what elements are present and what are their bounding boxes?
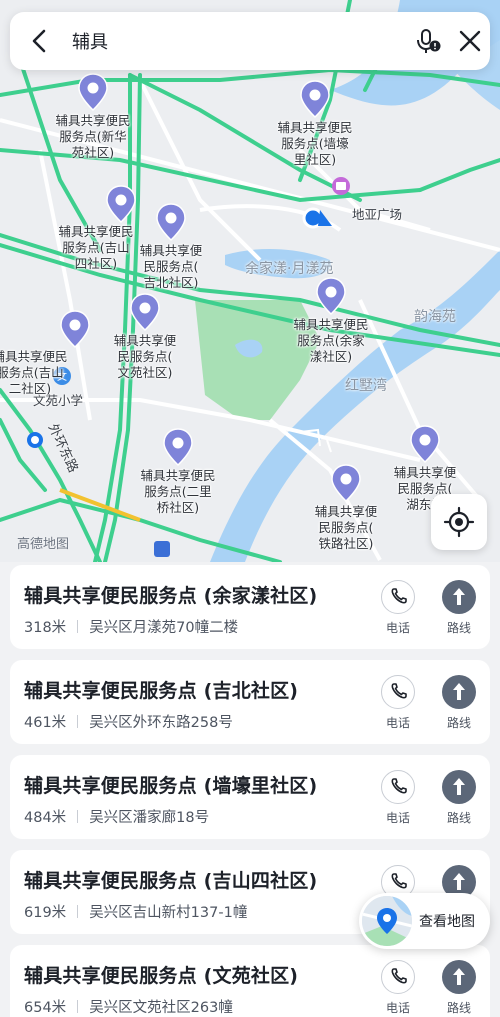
- phone-button[interactable]: 电话: [378, 960, 418, 1016]
- phone-label: 电话: [385, 716, 410, 730]
- area-label-hongyewan: 红墅湾: [345, 378, 387, 394]
- result-meta: 654米 吴兴区文苑社区263幢: [24, 996, 233, 1017]
- phone-label: 电话: [385, 621, 410, 635]
- map-pin-label[interactable]: 辅具共享便民 服务点(墙壕 里社区): [277, 120, 352, 168]
- map-pin-icon[interactable]: [156, 203, 186, 242]
- route-arrow-icon: [442, 675, 476, 709]
- map-pin-icon[interactable]: [300, 80, 330, 119]
- map-thumbnail-icon: [362, 896, 412, 946]
- route-arrow-icon: [442, 770, 476, 804]
- route-button[interactable]: 路线: [439, 960, 479, 1016]
- phone-button[interactable]: 电话: [378, 675, 418, 731]
- route-button[interactable]: 路线: [439, 675, 479, 731]
- result-title[interactable]: 辅具共享便民服务点 (吉北社区): [24, 676, 298, 703]
- back-arrow-icon: [32, 29, 46, 53]
- result-distance: 484米: [24, 810, 67, 826]
- map-view[interactable]: 文 余家漾·月漾苑 韵海苑 红墅湾 地亚广场 文苑小学 外环东路 辅具共享便民 …: [0, 0, 500, 562]
- map-pin-icon[interactable]: [130, 293, 160, 332]
- search-bar: 辅具: [10, 12, 490, 70]
- result-title[interactable]: 辅具共享便民服务点 (吉山四社区): [24, 866, 317, 893]
- route-button[interactable]: 路线: [439, 770, 479, 826]
- map-pin-label[interactable]: 辅具共享便 民服务点( 铁路社区): [315, 504, 378, 552]
- map-logo: 高德地图: [17, 537, 70, 552]
- phone-button[interactable]: 电话: [378, 580, 418, 636]
- close-icon: [459, 30, 481, 52]
- area-label-yujiayang: 余家漾·月漾苑: [245, 261, 334, 277]
- search-input[interactable]: 辅具: [72, 28, 108, 54]
- phone-icon: [381, 580, 415, 614]
- result-address: 吴兴区吉山新村137-1幢: [89, 905, 248, 921]
- phone-icon: [381, 675, 415, 709]
- divider: [77, 905, 79, 918]
- phone-button[interactable]: 电话: [378, 770, 418, 826]
- map-pin-icon[interactable]: [331, 464, 361, 503]
- app: 文 余家漾·月漾苑 韵海苑 红墅湾 地亚广场 文苑小学 外环东路 辅具共享便民 …: [0, 0, 500, 1017]
- result-card[interactable]: 辅具共享便民服务点 (余家漾社区) 318米 吴兴区月漾苑70幢二楼 电话 路线: [10, 565, 490, 649]
- map-pin-icon[interactable]: [78, 73, 108, 112]
- voice-search-button[interactable]: [412, 25, 444, 57]
- route-label: 路线: [446, 716, 471, 730]
- route-label: 路线: [446, 621, 471, 635]
- result-distance: 654米: [24, 1000, 67, 1016]
- map-pin-label[interactable]: 辅具共享便民 服务点(二里 桥社区): [140, 468, 215, 516]
- phone-label: 电话: [385, 811, 410, 825]
- result-title[interactable]: 辅具共享便民服务点 (余家漾社区): [24, 581, 317, 608]
- map-pin-icon[interactable]: [106, 185, 136, 224]
- result-address: 吴兴区潘家廊18号: [89, 810, 210, 826]
- result-card[interactable]: 辅具共享便民服务点 (文苑社区) 654米 吴兴区文苑社区263幢 电话 路线: [10, 945, 490, 1017]
- result-distance: 619米: [24, 905, 67, 921]
- route-label: 路线: [446, 811, 471, 825]
- result-address: 吴兴区文苑社区263幢: [89, 1000, 233, 1016]
- result-address: 吴兴区外环东路258号: [89, 715, 233, 731]
- result-distance: 318米: [24, 620, 67, 636]
- divider: [77, 620, 79, 633]
- result-title[interactable]: 辅具共享便民服务点 (墙壕里社区): [24, 771, 317, 798]
- view-map-button[interactable]: 查看地图: [359, 893, 490, 949]
- result-distance: 461米: [24, 715, 67, 731]
- map-pin-icon[interactable]: [316, 277, 346, 316]
- route-arrow-icon: [442, 960, 476, 994]
- divider: [77, 810, 79, 823]
- map-pin-icon[interactable]: [410, 425, 440, 464]
- map-pin-icon[interactable]: [163, 428, 193, 467]
- microphone-icon: [417, 29, 441, 53]
- map-pin-label[interactable]: 辅具共享便民 服务点(吉山 四社区): [58, 224, 133, 272]
- poi-label-plaza[interactable]: 地亚广场: [352, 204, 402, 223]
- crosshair-icon: [443, 506, 475, 538]
- result-meta: 318米 吴兴区月漾苑70幢二楼: [24, 616, 238, 637]
- area-label-yunhaiyuan: 韵海苑: [414, 309, 456, 325]
- result-title[interactable]: 辅具共享便民服务点 (文苑社区): [24, 961, 298, 988]
- divider: [77, 1000, 79, 1013]
- route-arrow-icon: [442, 580, 476, 614]
- result-card[interactable]: 辅具共享便民服务点 (墙壕里社区) 484米 吴兴区潘家廊18号 电话 路线: [10, 755, 490, 839]
- result-meta: 461米 吴兴区外环东路258号: [24, 711, 233, 732]
- result-address: 吴兴区月漾苑70幢二楼: [89, 620, 239, 636]
- map-pin-label[interactable]: 辅具共享便民 服务点(吉山 二社区): [0, 349, 68, 397]
- map-pin-icon[interactable]: [60, 310, 90, 349]
- view-map-label: 查看地图: [419, 914, 475, 930]
- divider: [77, 715, 79, 728]
- route-label: 路线: [446, 1001, 471, 1015]
- clear-search-button[interactable]: [454, 25, 486, 57]
- map-pin-label[interactable]: 辅具共享便民 服务点(新华 苑社区): [55, 113, 130, 161]
- map-pin-label[interactable]: 辅具共享便 民服务点( 吉北社区): [140, 243, 203, 291]
- back-button[interactable]: [24, 25, 56, 57]
- phone-icon: [381, 960, 415, 994]
- map-pin-label[interactable]: 辅具共享便民 服务点(余家 漾社区): [293, 317, 368, 365]
- route-button[interactable]: 路线: [439, 580, 479, 636]
- phone-icon: [381, 770, 415, 804]
- result-meta: 619米 吴兴区吉山新村137-1幢: [24, 901, 247, 922]
- result-meta: 484米 吴兴区潘家廊18号: [24, 806, 209, 827]
- locate-me-button[interactable]: [431, 494, 487, 550]
- phone-label: 电话: [385, 1001, 410, 1015]
- result-card[interactable]: 辅具共享便民服务点 (吉北社区) 461米 吴兴区外环东路258号 电话 路线: [10, 660, 490, 744]
- map-pin-label[interactable]: 辅具共享便 民服务点( 文苑社区): [114, 333, 177, 381]
